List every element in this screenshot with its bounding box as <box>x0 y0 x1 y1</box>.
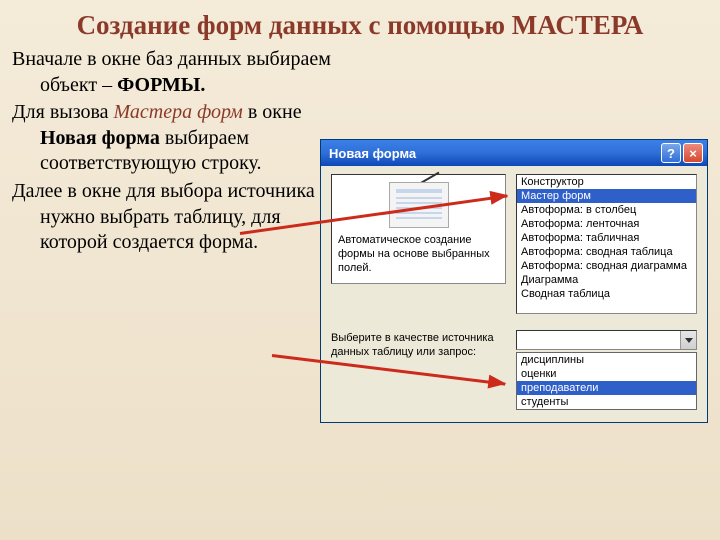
form-type-option[interactable]: Автоформа: сводная диаграмма <box>517 259 696 273</box>
source-option[interactable]: преподаватели <box>517 381 696 395</box>
dialog-titlebar[interactable]: Новая форма ? × <box>321 140 707 166</box>
p2-italic: Мастера форм <box>114 101 243 123</box>
help-button[interactable]: ? <box>661 143 681 163</box>
preview-description: Автоматическое создание формы на основе … <box>332 234 505 275</box>
p2-a: Для вызова <box>12 101 114 123</box>
preview-pane: Автоматическое создание формы на основе … <box>331 174 506 284</box>
slide-title: Создание форм данных с помощью МАСТЕРА <box>0 0 720 47</box>
form-type-option[interactable]: Автоформа: сводная таблица <box>517 245 696 259</box>
source-combo-dropdown-button[interactable] <box>680 331 696 349</box>
source-option[interactable]: студенты <box>517 395 696 409</box>
p2-c: в окне <box>243 101 302 123</box>
source-combo-input[interactable] <box>517 331 680 349</box>
form-type-option[interactable]: Автоформа: табличная <box>517 231 696 245</box>
form-type-option[interactable]: Конструктор <box>517 175 696 189</box>
dialog-body: Автоматическое создание формы на основе … <box>321 166 707 422</box>
form-type-option[interactable]: Автоформа: в столбец <box>517 203 696 217</box>
form-type-listbox[interactable]: КонструкторМастер формАвтоформа: в столб… <box>516 174 697 314</box>
source-option[interactable]: дисциплины <box>517 353 696 367</box>
p1-bold: ФОРМЫ. <box>117 74 205 96</box>
paragraph-1: Вначале в окне баз данных выбираем объек… <box>12 47 332 98</box>
close-button[interactable]: × <box>683 143 703 163</box>
dialog-title: Новая форма <box>329 146 661 161</box>
form-type-option[interactable]: Сводная таблица <box>517 287 696 301</box>
source-combobox[interactable] <box>516 330 697 350</box>
titlebar-buttons: ? × <box>661 143 703 163</box>
p2-bold: Новая форма <box>40 127 160 149</box>
form-type-option[interactable]: Мастер форм <box>517 189 696 203</box>
form-type-option[interactable]: Автоформа: ленточная <box>517 217 696 231</box>
source-combo-wrap: дисциплиныоценкипреподавателистуденты <box>516 330 697 410</box>
source-label: Выберите в качестве источника данных таб… <box>331 330 506 360</box>
dialog-row-1: Автоматическое создание формы на основе … <box>331 174 697 314</box>
paragraph-3: Далее в окне для выбора источника нужно … <box>12 179 332 256</box>
source-dropdown-list[interactable]: дисциплиныоценкипреподавателистуденты <box>516 352 697 410</box>
new-form-dialog: Новая форма ? × Автоматическое создание … <box>320 139 708 423</box>
form-type-option[interactable]: Диаграмма <box>517 273 696 287</box>
source-option[interactable]: оценки <box>517 367 696 381</box>
paragraph-2: Для вызова Мастера форм в окне Новая фор… <box>12 100 332 177</box>
